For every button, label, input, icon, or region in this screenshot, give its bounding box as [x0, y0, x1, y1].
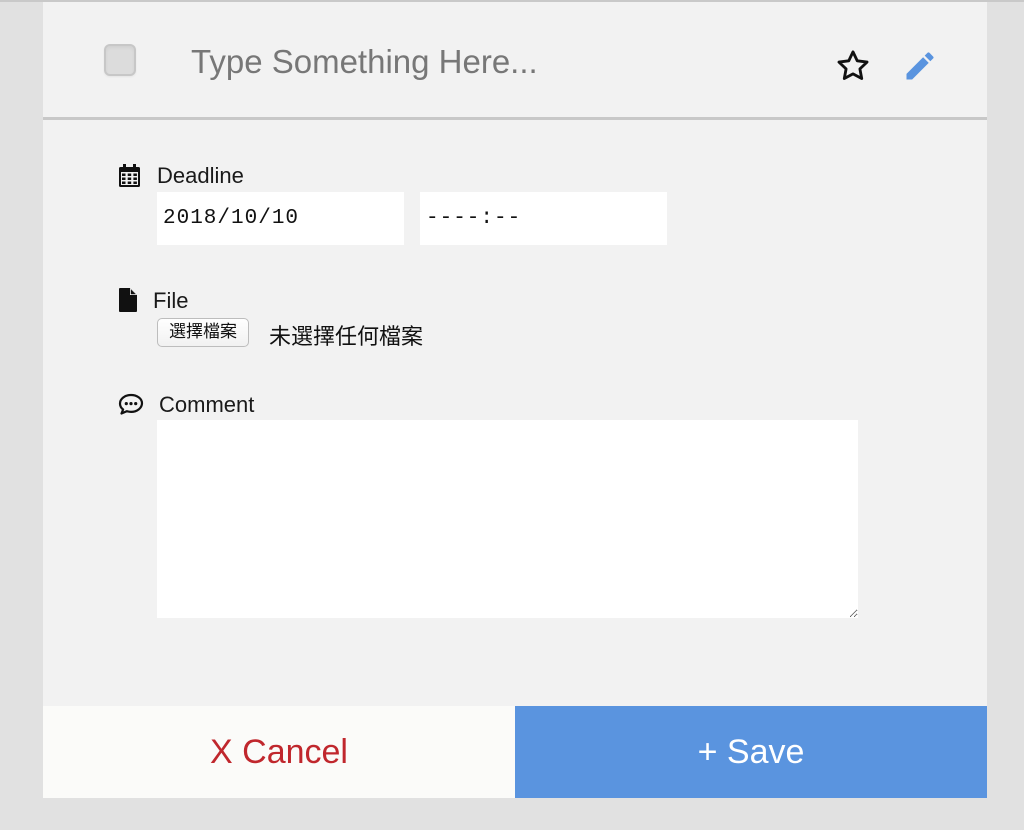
comment-icon — [118, 393, 144, 415]
task-title-input[interactable] — [191, 40, 791, 84]
comment-label: Comment — [159, 392, 255, 417]
calendar-icon — [119, 164, 140, 187]
star-icon[interactable] — [835, 48, 871, 84]
file-label: File — [153, 288, 189, 313]
deadline-time-input[interactable]: ----:-- — [420, 192, 667, 245]
task-editor-card: Deadline 2018/10/10 ----:-- File 選擇檔案 未選… — [43, 2, 987, 798]
file-status-text: 未選擇任何檔案 — [269, 325, 424, 350]
file-icon — [119, 288, 137, 312]
save-button-label: + Save — [697, 732, 805, 771]
action-footer: X Cancel + Save — [43, 706, 987, 798]
cancel-button-label: X Cancel — [210, 732, 348, 771]
cancel-button[interactable]: X Cancel — [43, 706, 515, 798]
complete-checkbox[interactable] — [104, 44, 136, 76]
deadline-date-input[interactable]: 2018/10/10 — [157, 192, 404, 245]
save-button[interactable]: + Save — [515, 706, 987, 798]
pencil-icon[interactable] — [901, 48, 939, 84]
choose-file-button[interactable]: 選擇檔案 — [157, 318, 249, 347]
task-header — [43, 2, 987, 120]
deadline-label: Deadline — [157, 163, 244, 188]
comment-textarea[interactable] — [157, 420, 858, 618]
